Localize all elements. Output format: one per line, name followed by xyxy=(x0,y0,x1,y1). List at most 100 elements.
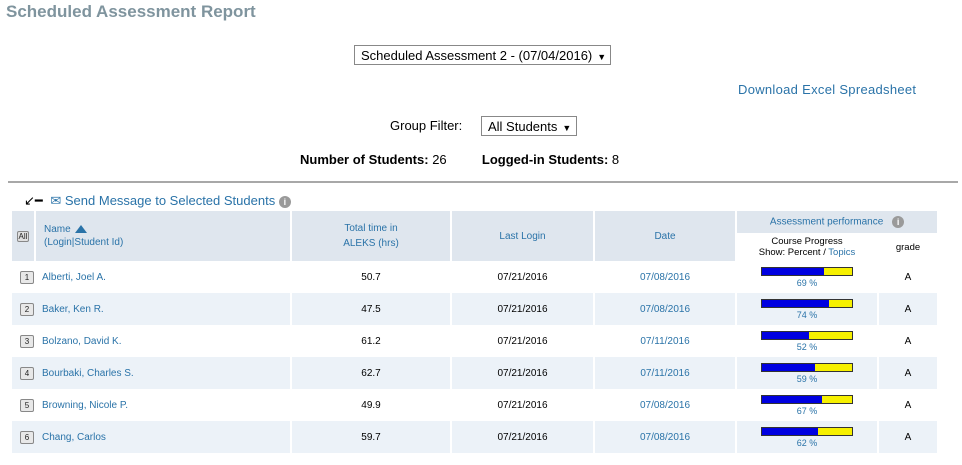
progress-bar-fill xyxy=(762,267,825,275)
date-column-header[interactable]: Date xyxy=(595,211,737,261)
table-row: 3 Bolzano, David K. 61.2 07/21/2016 07/11/20… xyxy=(12,325,939,357)
progress-bar-fill xyxy=(762,395,823,403)
grade-cell: A xyxy=(879,389,939,421)
table-row: 2 Baker, Ken R. 47.5 07/21/2016 07/08/2016 74… xyxy=(12,293,939,325)
row-number-button[interactable]: 3 xyxy=(20,334,34,348)
student-name-link[interactable]: Browning, Nicole P. xyxy=(42,400,128,411)
assessment-header-label: Assessment performance xyxy=(769,216,884,228)
assessment-performance-header: Assessment performance i xyxy=(737,211,939,233)
progress-percent[interactable]: 52 % xyxy=(737,342,877,352)
total-time-cell: 50.7 xyxy=(292,261,452,293)
divider xyxy=(8,181,958,183)
sort-ascending-icon[interactable] xyxy=(74,225,87,234)
name-column-header[interactable]: Name (Login|Student Id) xyxy=(36,211,292,261)
date-link[interactable]: 07/11/2016 xyxy=(595,325,737,357)
students-table: All Name (Login|Student Id) Total time i… xyxy=(12,211,939,453)
grade-cell: A xyxy=(879,421,939,453)
progress-cell: 69 % xyxy=(737,261,879,293)
progress-bar xyxy=(761,266,853,276)
total-time-cell: 47.5 xyxy=(292,293,452,325)
date-link[interactable]: 07/08/2016 xyxy=(595,421,737,453)
progress-bar-fill xyxy=(762,363,816,371)
date-link[interactable]: 07/11/2016 xyxy=(595,357,737,389)
progress-percent[interactable]: 67 % xyxy=(737,406,877,416)
send-message-row: ↙━ ✉ Send Message to Selected Students i xyxy=(24,193,291,209)
envelope-icon[interactable]: ✉ xyxy=(50,193,61,208)
assessment-select[interactable]: Scheduled Assessment 2 - (07/04/2016) ▼ xyxy=(354,45,611,65)
progress-percent[interactable]: 74 % xyxy=(737,310,877,320)
select-all-cell: All xyxy=(12,211,36,261)
table-row: 4 Bourbaki, Charles S. 62.7 07/21/2016 07/11… xyxy=(12,357,939,389)
logged-count-label: Logged-in Students: xyxy=(481,152,609,167)
student-name-cell: 4 Bourbaki, Charles S. xyxy=(12,357,292,389)
name-header-label[interactable]: Name xyxy=(44,224,71,235)
group-filter-value: All Students xyxy=(488,119,558,134)
time-header-line1: Total time in xyxy=(344,223,398,234)
progress-bar-fill xyxy=(762,299,829,307)
student-name-cell: 2 Baker, Ken R. xyxy=(12,293,292,325)
row-number-button[interactable]: 4 xyxy=(20,366,34,380)
grade-column-header: grade xyxy=(879,233,939,261)
progress-show-label[interactable]: Show: Percent / xyxy=(759,247,829,258)
date-link[interactable]: 07/08/2016 xyxy=(595,389,737,421)
progress-bar xyxy=(761,426,853,436)
last-login-cell: 07/21/2016 xyxy=(452,421,595,453)
row-number-button[interactable]: 2 xyxy=(20,302,34,316)
download-excel-link[interactable]: Download Excel Spreadsheet xyxy=(738,82,916,97)
student-counts: Number of Students: 26 Logged-in Student… xyxy=(300,152,619,167)
grade-cell: A xyxy=(879,293,939,325)
chevron-down-icon: ▼ xyxy=(562,123,572,133)
student-name-link[interactable]: Baker, Ken R. xyxy=(42,304,104,315)
student-name-link[interactable]: Chang, Carlos xyxy=(42,432,106,443)
students-count-value: 26 xyxy=(432,152,447,167)
group-filter-label: Group Filter: xyxy=(390,118,463,133)
row-number-button[interactable]: 1 xyxy=(20,270,34,284)
last-login-column-header[interactable]: Last Login xyxy=(452,211,595,261)
total-time-cell: 59.7 xyxy=(292,421,452,453)
student-name-cell: 5 Browning, Nicole P. xyxy=(12,389,292,421)
student-name-link[interactable]: Alberti, Joel A. xyxy=(42,272,106,283)
progress-cell: 67 % xyxy=(737,389,879,421)
progress-percent[interactable]: 62 % xyxy=(737,438,877,448)
students-count-label: Number of Students: xyxy=(300,152,429,167)
progress-cell: 62 % xyxy=(737,421,879,453)
select-all-button[interactable]: All xyxy=(16,230,30,242)
info-icon[interactable]: i xyxy=(278,195,291,208)
student-name-link[interactable]: Bourbaki, Charles S. xyxy=(42,368,134,379)
progress-topics-link[interactable]: Topics xyxy=(828,247,855,258)
name-header-sub[interactable]: (Login|Student Id) xyxy=(44,237,290,248)
info-icon[interactable]: i xyxy=(892,216,905,228)
total-time-cell: 61.2 xyxy=(292,325,452,357)
grade-cell: A xyxy=(879,261,939,293)
progress-percent[interactable]: 59 % xyxy=(737,374,877,384)
progress-cell: 74 % xyxy=(737,293,879,325)
chevron-down-icon: ▼ xyxy=(597,52,607,62)
select-arrow-icon: ↙━ xyxy=(24,193,43,208)
last-login-cell: 07/21/2016 xyxy=(452,357,595,389)
row-number-button[interactable]: 6 xyxy=(20,430,34,444)
date-link[interactable]: 07/08/2016 xyxy=(595,261,737,293)
progress-header-line1: Course Progress xyxy=(771,236,843,247)
student-name-link[interactable]: Bolzano, David K. xyxy=(42,336,122,347)
row-number-button[interactable]: 5 xyxy=(20,398,34,412)
grade-cell: A xyxy=(879,325,939,357)
progress-bar-fill xyxy=(762,427,818,435)
progress-cell: 59 % xyxy=(737,357,879,389)
last-login-cell: 07/21/2016 xyxy=(452,293,595,325)
group-filter-select[interactable]: All Students ▼ xyxy=(481,116,577,136)
grade-cell: A xyxy=(879,357,939,389)
total-time-cell: 49.9 xyxy=(292,389,452,421)
assessment-select-value: Scheduled Assessment 2 - (07/04/2016) xyxy=(361,48,593,63)
time-header-line2: ALEKS (hrs) xyxy=(343,238,399,249)
progress-bar xyxy=(761,394,853,404)
date-link[interactable]: 07/08/2016 xyxy=(595,293,737,325)
send-message-link[interactable]: Send Message to Selected Students xyxy=(65,193,275,208)
progress-bar xyxy=(761,298,853,308)
progress-cell: 52 % xyxy=(737,325,879,357)
total-time-column-header[interactable]: Total time in ALEKS (hrs) xyxy=(292,211,452,261)
progress-bar xyxy=(761,362,853,372)
student-name-cell: 1 Alberti, Joel A. xyxy=(12,261,292,293)
page-title: Scheduled Assessment Report xyxy=(6,2,256,21)
progress-percent[interactable]: 69 % xyxy=(737,278,877,288)
progress-bar xyxy=(761,330,853,340)
